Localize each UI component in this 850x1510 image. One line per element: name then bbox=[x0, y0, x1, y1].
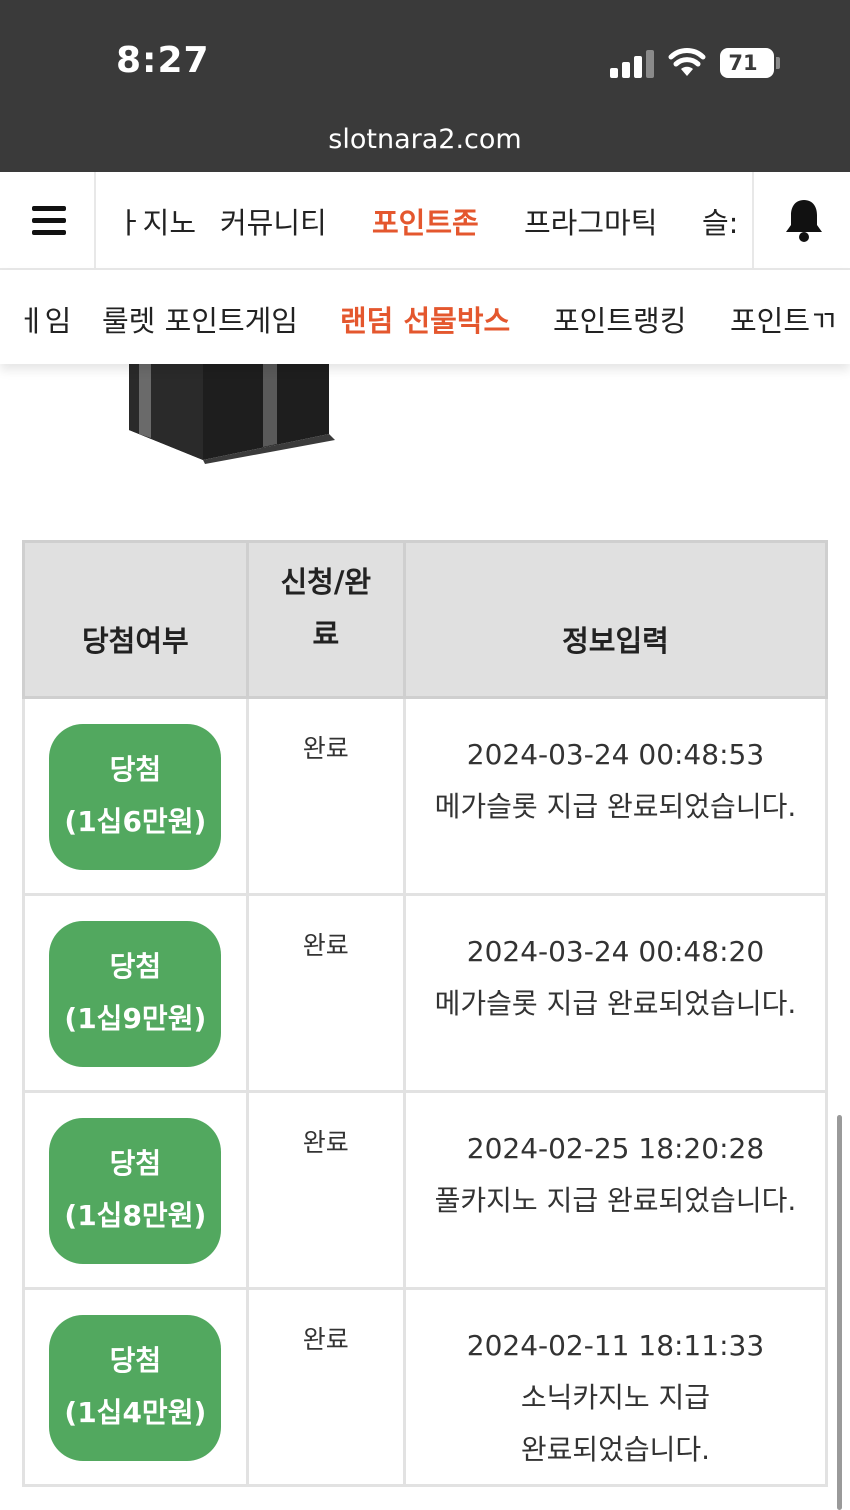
status-cell: 완료 bbox=[245, 893, 406, 1093]
info-date: 2024-03-24 00:48:53 bbox=[466, 738, 765, 771]
info-message: 메가슬롯 지급 완료되었습니다. bbox=[434, 790, 797, 823]
info-message: 풀카지노 지급 완료되었습니다. bbox=[434, 1184, 797, 1217]
win-badge[interactable]: 당첨 (1십8만원) bbox=[49, 1118, 222, 1264]
table-header-row: 당첨여부 신청/완 료 정보입력 bbox=[22, 540, 829, 699]
win-badge-amount: (1십4만원) bbox=[64, 1396, 207, 1429]
win-cell: 당첨 (1십4만원) bbox=[22, 1287, 249, 1487]
nav-item-point-zone[interactable]: 포인트존 bbox=[372, 200, 479, 242]
nav-item-community[interactable]: 커뮤니티 bbox=[220, 200, 327, 242]
battery-icon: 71 bbox=[720, 48, 774, 78]
nav-item-pragmatic[interactable]: 프라그마틱 bbox=[524, 200, 657, 242]
info-date: 2024-02-11 18:11:33 bbox=[466, 1329, 765, 1362]
info-date: 2024-02-25 18:20:28 bbox=[466, 1132, 765, 1165]
url-bar[interactable]: slotnara2.com bbox=[0, 124, 850, 155]
battery-nub bbox=[776, 57, 780, 69]
info-cell: 2024-02-11 18:11:33 소닉카지노 지급 완료되었습니다. bbox=[402, 1287, 829, 1487]
win-badge-label: 당첨 bbox=[109, 1147, 162, 1180]
info-cell: 2024-03-24 00:48:20 메가슬롯 지급 완료되었습니다. bbox=[402, 893, 829, 1093]
header-request-complete-label: 신청/완 료 bbox=[280, 565, 372, 651]
page-scrollbar[interactable] bbox=[837, 1115, 842, 1510]
header-win-status: 당첨여부 bbox=[22, 540, 249, 699]
subnav-item-point-ranking[interactable]: 포인트랭킹 bbox=[553, 298, 686, 340]
bell-icon bbox=[786, 200, 822, 242]
status-cell: 완료 bbox=[245, 1090, 406, 1290]
header-request-complete: 신청/완 료 bbox=[245, 540, 406, 699]
subnav-item-random-giftbox[interactable]: 랜덤 선물박스 bbox=[340, 298, 510, 340]
table-row: 당첨 (1십8만원) 완료 2024-02-25 18:20:28 풀카지노 지… bbox=[22, 1090, 829, 1290]
table-row: 당첨 (1십6만원) 완료 2024-03-24 00:48:53 메가슬롯 지… bbox=[22, 696, 829, 896]
clock: 8:27 bbox=[116, 40, 210, 81]
cellular-signal-icon bbox=[610, 50, 654, 78]
win-badge[interactable]: 당첨 (1십6만원) bbox=[49, 724, 222, 870]
gift-result-table: 당첨여부 신청/완 료 정보입력 당첨 (1십6만원) 완료 2024-03-2… bbox=[22, 540, 829, 1487]
menu-button[interactable] bbox=[0, 172, 96, 268]
info-cell: 2024-03-24 00:48:53 메가슬롯 지급 완료되었습니다. bbox=[402, 696, 829, 896]
win-badge-label: 당첨 bbox=[109, 1344, 162, 1377]
header-info: 정보입력 bbox=[402, 540, 829, 699]
info-date: 2024-03-24 00:48:20 bbox=[466, 935, 765, 968]
notification-button[interactable] bbox=[752, 172, 850, 268]
win-cell: 당첨 (1십9만원) bbox=[22, 893, 249, 1093]
nav-item-slot[interactable]: 슬: bbox=[702, 200, 738, 242]
win-cell: 당첨 (1십6만원) bbox=[22, 696, 249, 896]
main-nav: ㅏ지노 커뮤니티 포인트존 프라그마틱 슬: bbox=[0, 172, 850, 270]
main-nav-scroll[interactable]: ㅏ지노 커뮤니티 포인트존 프라그마틱 슬: bbox=[96, 172, 752, 268]
status-bar: 8:27 71 slotnara2.com bbox=[0, 0, 850, 172]
table-row: 당첨 (1십9만원) 완료 2024-03-24 00:48:20 메가슬롯 지… bbox=[22, 893, 829, 1093]
info-message-line1: 소닉카지노 지급 bbox=[520, 1381, 711, 1414]
info-message-line2: 완료되었습니다. bbox=[520, 1433, 711, 1466]
nav-item-casino[interactable]: ㅏ지노 bbox=[116, 200, 196, 242]
win-badge-label: 당첨 bbox=[109, 950, 162, 983]
gift-box-image bbox=[129, 360, 335, 464]
win-badge-amount: (1십9만원) bbox=[64, 1002, 207, 1035]
win-cell: 당첨 (1십8만원) bbox=[22, 1090, 249, 1290]
win-badge[interactable]: 당첨 (1십4만원) bbox=[49, 1315, 222, 1461]
status-cell: 완료 bbox=[245, 696, 406, 896]
subnav-item-game[interactable]: ㅔ임 bbox=[18, 298, 71, 340]
subnav-item-point-exchange[interactable]: 포인트ㄲ bbox=[730, 298, 837, 340]
win-badge-label: 당첨 bbox=[109, 753, 162, 786]
sub-nav: ㅔ임 룰렛 포인트게임 랜덤 선물박스 포인트랭킹 포인트ㄲ bbox=[0, 270, 850, 364]
win-badge-amount: (1십8만원) bbox=[64, 1199, 207, 1232]
win-badge[interactable]: 당첨 (1십9만원) bbox=[49, 921, 222, 1067]
table-row: 당첨 (1십4만원) 완료 2024-02-11 18:11:33 소닉카지노 … bbox=[22, 1287, 829, 1487]
status-cell: 완료 bbox=[245, 1287, 406, 1487]
battery-level: 71 bbox=[728, 51, 758, 75]
win-badge-amount: (1십6만원) bbox=[64, 805, 207, 838]
info-message: 메가슬롯 지급 완료되었습니다. bbox=[434, 987, 797, 1020]
subnav-item-roulette[interactable]: 룰렛 포인트게임 bbox=[102, 298, 298, 340]
info-cell: 2024-02-25 18:20:28 풀카지노 지급 완료되었습니다. bbox=[402, 1090, 829, 1290]
wifi-icon bbox=[668, 48, 706, 76]
hamburger-icon bbox=[32, 206, 66, 211]
